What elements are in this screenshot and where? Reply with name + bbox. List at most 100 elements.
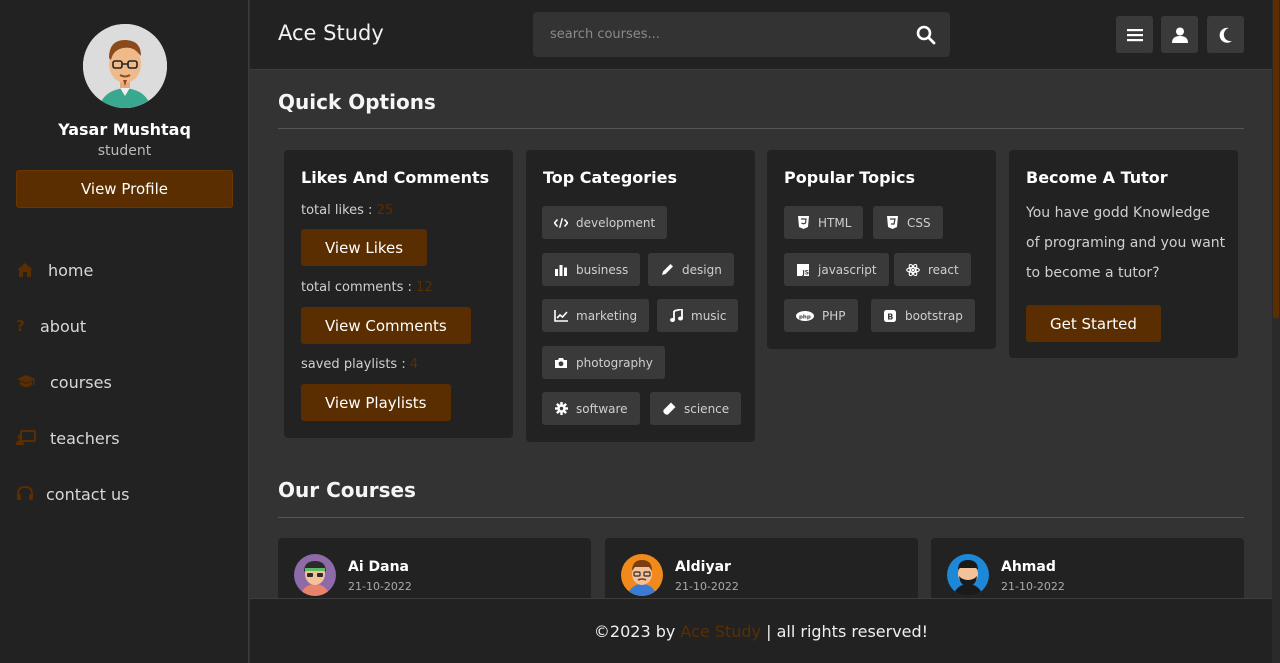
php-icon: php xyxy=(796,309,814,323)
total-comments-stat: total comments : 12 xyxy=(301,280,433,295)
topic-bootstrap[interactable]: B bootstrap xyxy=(871,299,975,332)
course-date: 21-10-2022 xyxy=(675,580,739,593)
tag-label: science xyxy=(684,401,730,416)
course-card[interactable]: Ai Dana 21-10-2022 xyxy=(278,538,591,598)
tag-label: software xyxy=(576,401,628,416)
tag-label: HTML xyxy=(818,215,852,230)
bootstrap-icon: B xyxy=(883,309,897,323)
home-icon xyxy=(16,262,42,278)
tutor-avatar xyxy=(621,554,663,596)
topic-php[interactable]: php PHP xyxy=(784,299,858,332)
user-button[interactable] xyxy=(1161,16,1198,53)
category-development[interactable]: development xyxy=(542,206,668,239)
category-music[interactable]: music xyxy=(657,299,739,332)
headset-icon xyxy=(16,486,40,502)
camera-icon xyxy=(554,356,568,370)
tutor-name: Ahmad xyxy=(1001,559,1056,575)
category-design[interactable]: design xyxy=(648,253,734,286)
sidebar-item-label: teachers xyxy=(50,428,120,448)
line-chart-icon xyxy=(554,309,568,323)
tag-label: javascript xyxy=(818,262,877,277)
tag-label: music xyxy=(691,308,727,323)
cog-icon xyxy=(554,402,568,416)
javascript-icon: JS xyxy=(796,263,810,277)
sidebar-item-contact[interactable]: contact us xyxy=(16,466,233,522)
stat-value: 25 xyxy=(376,203,394,218)
view-playlists-button[interactable]: View Playlists xyxy=(301,384,451,421)
category-business[interactable]: business xyxy=(542,253,641,286)
theme-toggle-button[interactable] xyxy=(1207,16,1244,53)
tag-label: development xyxy=(576,215,656,230)
sidebar-nav: home ? about courses teachers contact us xyxy=(16,242,233,522)
svg-text:JS: JS xyxy=(802,269,810,276)
chalkboard-teacher-icon xyxy=(16,430,44,446)
course-card[interactable]: Ahmad 21-10-2022 xyxy=(931,538,1244,598)
category-science[interactable]: science xyxy=(650,392,742,425)
sidebar-item-about[interactable]: ? about xyxy=(16,298,233,354)
view-comments-button[interactable]: View Comments xyxy=(301,307,471,344)
pencil-icon xyxy=(660,263,674,277)
stat-value: 4 xyxy=(409,357,419,372)
sidebar-item-teachers[interactable]: teachers xyxy=(16,410,233,466)
divider xyxy=(278,128,1244,129)
site-logo[interactable]: Ace Study xyxy=(278,21,384,45)
sidebar: Yasar Mushtaq student View Profile home … xyxy=(0,0,249,663)
tutor-description: You have godd Knowledge of programing an… xyxy=(1026,205,1226,281)
quick-options-title: Quick Options xyxy=(278,90,436,114)
tag-label: business xyxy=(576,262,629,277)
course-date: 21-10-2022 xyxy=(348,580,412,593)
course-card[interactable]: Aldiyar 21-10-2022 xyxy=(605,538,918,598)
sidebar-item-label: about xyxy=(40,316,87,336)
tutor-avatar xyxy=(294,554,336,596)
profile-role: student xyxy=(97,143,152,159)
stat-label: total likes : xyxy=(301,203,377,218)
stat-value: 12 xyxy=(416,280,433,295)
topic-react[interactable]: react xyxy=(894,253,971,286)
search-input[interactable] xyxy=(533,12,893,57)
course-date: 21-10-2022 xyxy=(1001,580,1065,593)
topic-javascript[interactable]: JS javascript xyxy=(784,253,889,286)
sidebar-item-label: home xyxy=(48,260,94,280)
music-icon xyxy=(669,309,683,323)
app-root: Yasar Mushtaq student View Profile home … xyxy=(0,0,1280,663)
sidebar-item-home[interactable]: home xyxy=(16,242,233,298)
tag-label: PHP xyxy=(822,308,846,323)
top-categories-box: Top Categories development business desi… xyxy=(526,150,755,442)
tag-label: react xyxy=(928,262,959,277)
category-software[interactable]: software xyxy=(542,392,640,425)
view-likes-button[interactable]: View Likes xyxy=(301,229,428,266)
scrollbar-thumb[interactable] xyxy=(1273,0,1279,318)
tutor-name: Ai Dana xyxy=(348,559,409,575)
svg-text:php: php xyxy=(799,314,811,320)
divider xyxy=(278,517,1244,518)
stat-label: total comments : xyxy=(301,280,417,295)
category-marketing[interactable]: marketing xyxy=(542,299,650,332)
user-icon xyxy=(1171,27,1188,43)
box-title: Popular Topics xyxy=(784,168,916,187)
profile-avatar[interactable] xyxy=(83,24,167,108)
get-started-button[interactable]: Get Started xyxy=(1026,305,1161,342)
search-bar xyxy=(533,12,950,57)
html5-icon xyxy=(796,216,810,230)
footer-prefix: ©2023 by xyxy=(593,621,681,641)
footer-brand-link[interactable]: Ace Study xyxy=(680,622,761,641)
popular-topics-box: Popular Topics HTML CSS JS javascript re… xyxy=(767,150,996,349)
topic-css[interactable]: CSS xyxy=(873,206,943,239)
category-photography[interactable]: photography xyxy=(542,346,665,379)
css3-icon xyxy=(885,216,899,230)
search-icon[interactable] xyxy=(916,25,936,45)
saved-playlists-stat: saved playlists : 4 xyxy=(301,357,418,372)
menu-button[interactable] xyxy=(1116,16,1153,53)
box-title: Likes And Comments xyxy=(301,168,490,187)
react-icon xyxy=(906,263,920,277)
page-scrollbar[interactable] xyxy=(1272,0,1280,663)
tag-label: marketing xyxy=(576,308,638,323)
footer-suffix: | all rights reserved! xyxy=(761,621,929,641)
menu-icon xyxy=(1126,28,1143,41)
become-tutor-box: Become A Tutor You have godd Knowledge o… xyxy=(1009,150,1238,358)
topic-html[interactable]: HTML xyxy=(784,206,864,239)
moon-icon xyxy=(1219,27,1232,43)
sidebar-item-courses[interactable]: courses xyxy=(16,354,233,410)
view-profile-button[interactable]: View Profile xyxy=(16,170,233,208)
tag-label: bootstrap xyxy=(905,308,963,323)
